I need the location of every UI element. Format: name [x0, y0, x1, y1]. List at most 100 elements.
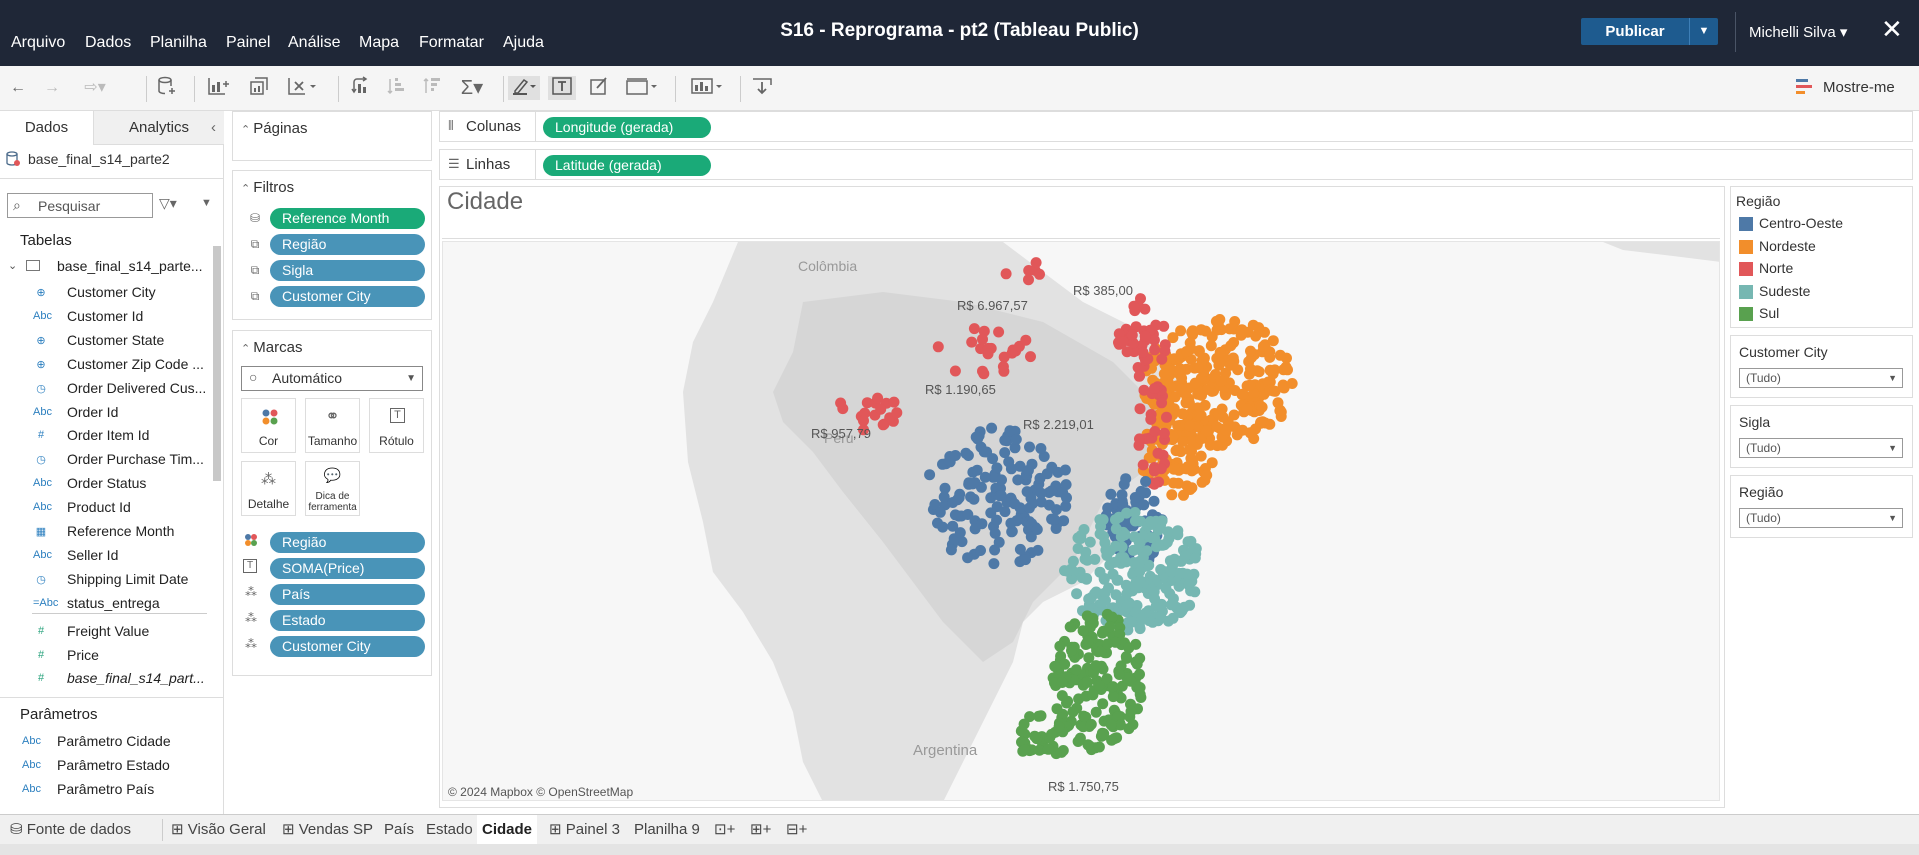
data-pane-menu-icon[interactable]: ▼	[201, 197, 212, 209]
redo-replay-icon[interactable]: ⇨▾	[78, 76, 112, 100]
city-mark[interactable]	[1049, 660, 1061, 672]
city-mark[interactable]	[1140, 476, 1152, 487]
close-icon[interactable]: ✕	[1881, 14, 1903, 45]
field-item[interactable]: ⊕ Customer Zip Code ...	[0, 353, 210, 376]
data-source-tab[interactable]: ⛁ Fonte de dados	[10, 815, 131, 845]
city-mark[interactable]	[1043, 499, 1055, 511]
swap-rows-columns-icon[interactable]	[348, 76, 372, 100]
city-mark[interactable]	[1030, 257, 1042, 269]
city-mark[interactable]	[1009, 498, 1021, 510]
city-mark[interactable]	[1149, 344, 1161, 356]
city-mark[interactable]	[1148, 586, 1160, 598]
data-source-name[interactable]: base_final_s14_parte2	[28, 151, 170, 167]
show-me-icon[interactable]	[1796, 78, 1812, 102]
city-mark[interactable]	[1035, 443, 1047, 454]
columns-pill-longitude[interactable]: Longitude (gerada)	[543, 117, 711, 138]
city-mark[interactable]	[1084, 536, 1096, 548]
publish-dropdown-icon[interactable]: ▼	[1689, 18, 1718, 45]
city-mark[interactable]	[1121, 346, 1133, 358]
legend-swatch[interactable]	[1739, 262, 1753, 276]
city-mark[interactable]	[1056, 690, 1068, 702]
city-mark[interactable]	[1215, 375, 1227, 387]
city-mark[interactable]	[1075, 530, 1087, 542]
city-mark[interactable]	[1019, 744, 1031, 756]
city-mark[interactable]	[1098, 728, 1110, 740]
field-item[interactable]: Abc Order Status	[0, 472, 210, 495]
city-mark[interactable]	[1237, 388, 1249, 400]
city-mark[interactable]	[1181, 568, 1193, 580]
city-mark[interactable]	[1155, 611, 1167, 623]
regiao-select[interactable]: (Tudo) ▼	[1739, 508, 1903, 528]
city-mark[interactable]	[1201, 469, 1213, 481]
city-mark[interactable]	[1056, 677, 1068, 688]
mark-type-select[interactable]: ○ Automático ▼	[241, 366, 423, 391]
city-mark[interactable]	[1029, 730, 1041, 742]
city-mark[interactable]	[1107, 691, 1119, 703]
tab-analytics-label[interactable]: Analytics	[129, 119, 189, 136]
city-mark[interactable]	[1024, 441, 1035, 453]
city-mark[interactable]	[1034, 268, 1045, 280]
field-item[interactable]: ⊕ Customer State	[0, 329, 210, 352]
filter-pill-reference-month[interactable]: Reference Month	[270, 208, 425, 229]
parameter-item[interactable]: Abc Parâmetro País	[0, 778, 210, 801]
city-mark[interactable]	[1165, 599, 1177, 611]
city-mark[interactable]	[1177, 408, 1189, 420]
legend-item-label[interactable]: Sul	[1759, 305, 1779, 321]
city-mark[interactable]	[1150, 319, 1162, 331]
city-mark[interactable]	[932, 341, 944, 353]
city-mark[interactable]	[975, 545, 986, 556]
city-mark[interactable]	[1094, 528, 1106, 540]
city-mark[interactable]	[1127, 544, 1139, 556]
format-workbook-icon[interactable]	[587, 76, 611, 100]
color-button[interactable]: Cor	[241, 398, 296, 453]
city-mark[interactable]	[877, 419, 889, 431]
city-mark[interactable]	[1174, 363, 1186, 375]
field-item[interactable]: ▦ Reference Month	[0, 520, 210, 543]
city-mark[interactable]	[1094, 566, 1106, 578]
fit-view-icon[interactable]	[623, 76, 659, 100]
city-mark[interactable]	[1119, 529, 1131, 541]
marks-pill-regiao[interactable]: Região	[270, 532, 425, 553]
city-mark[interactable]	[1048, 514, 1060, 525]
city-mark[interactable]	[1251, 365, 1263, 377]
sigla-select[interactable]: (Tudo) ▼	[1739, 438, 1903, 458]
legend-item-label[interactable]: Centro-Oeste	[1759, 215, 1843, 231]
city-mark[interactable]	[1097, 698, 1109, 710]
city-mark[interactable]	[1138, 499, 1150, 511]
city-mark[interactable]	[1149, 383, 1160, 394]
city-mark[interactable]	[1101, 550, 1113, 561]
city-mark[interactable]	[1257, 340, 1269, 352]
city-mark[interactable]	[1195, 450, 1207, 462]
city-mark[interactable]	[1081, 573, 1092, 585]
city-mark[interactable]	[1120, 473, 1132, 485]
city-mark[interactable]	[999, 434, 1011, 446]
city-mark[interactable]	[1105, 719, 1117, 731]
city-mark[interactable]	[1224, 359, 1236, 371]
city-mark[interactable]	[1093, 679, 1105, 691]
city-mark[interactable]	[1085, 718, 1097, 730]
city-mark[interactable]	[978, 368, 990, 380]
city-mark[interactable]	[888, 396, 900, 408]
totals-sigma-icon[interactable]: Σ▾	[455, 76, 489, 100]
city-mark[interactable]	[1072, 736, 1084, 747]
map-attribution[interactable]: © 2024 Mapbox © OpenStreetMap	[448, 785, 633, 799]
city-mark[interactable]	[968, 493, 980, 505]
city-mark[interactable]	[967, 478, 979, 490]
city-mark[interactable]	[995, 490, 1007, 502]
city-mark[interactable]	[1136, 612, 1147, 624]
filter-funnel-icon[interactable]: ▽▾	[159, 195, 177, 212]
city-mark[interactable]	[962, 509, 974, 520]
field-item[interactable]: # base_final_s14_part...	[0, 667, 210, 690]
city-mark[interactable]	[1032, 544, 1044, 556]
new-dashboard-tab-icon[interactable]: ⊞+	[750, 815, 771, 845]
legend-swatch[interactable]	[1739, 284, 1753, 299]
marks-pill-estado[interactable]: Estado	[270, 610, 425, 631]
city-mark[interactable]	[1046, 461, 1058, 473]
city-mark[interactable]	[1224, 323, 1236, 335]
collapse-icon[interactable]: ⌃	[241, 183, 253, 195]
city-mark[interactable]	[1005, 463, 1017, 475]
city-mark[interactable]	[1162, 526, 1174, 538]
tab-dados[interactable]: Dados	[0, 111, 94, 145]
city-mark[interactable]	[1286, 378, 1298, 389]
parameter-item[interactable]: Abc Parâmetro Estado	[0, 754, 210, 777]
